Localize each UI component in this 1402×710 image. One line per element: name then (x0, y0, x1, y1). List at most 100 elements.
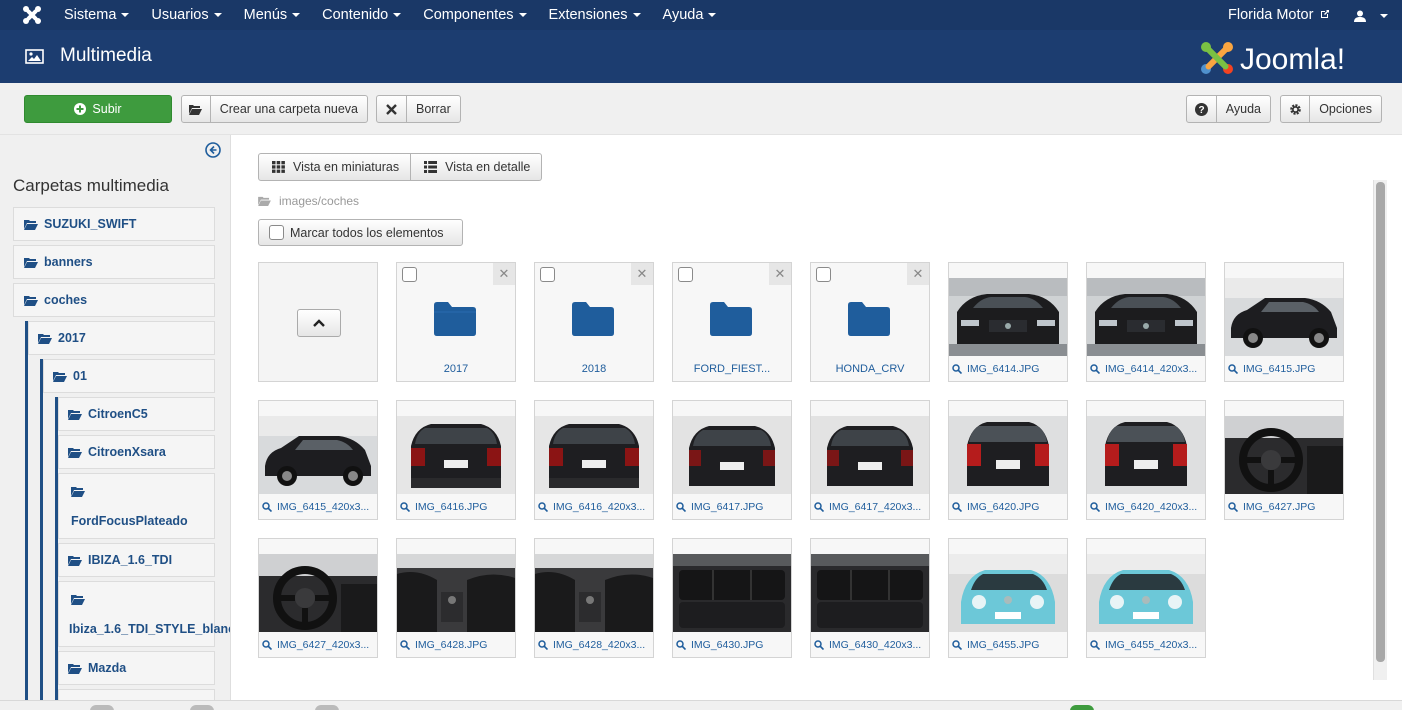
sidebar-folder-suzuki-swift[interactable]: SUZUKI_SWIFT (13, 207, 215, 241)
image-name[interactable]: IMG_6417.JPG (673, 501, 791, 513)
folder-tile[interactable]: ✕ FORD_FIEST... (672, 262, 792, 382)
menu-extensiones[interactable]: Extensiones (537, 0, 651, 30)
search-icon (1090, 364, 1100, 374)
image-name[interactable]: IMG_6416.JPG (397, 501, 515, 513)
caret-down-icon (292, 13, 301, 18)
image-name[interactable]: IMG_6428.JPG (397, 639, 515, 651)
options-button[interactable]: Opciones (1280, 95, 1382, 123)
image-tile[interactable]: IMG_6420.JPG (948, 400, 1068, 520)
folder-name[interactable]: 2017 (397, 363, 515, 375)
folder-tile[interactable]: ✕ HONDA_CRV (810, 262, 930, 382)
help-button[interactable]: ? Ayuda (1186, 95, 1271, 123)
menu-ayuda[interactable]: Ayuda (651, 0, 727, 30)
image-tile[interactable]: IMG_6420_420x3... (1086, 400, 1206, 520)
select-checkbox[interactable] (816, 267, 831, 282)
sidebar-folder-ibiza-tdi[interactable]: IBIZA_1.6_TDI (58, 543, 215, 577)
image-name[interactable]: IMG_6420_420x3... (1087, 501, 1205, 513)
folder-name[interactable]: HONDA_CRV (811, 363, 929, 375)
folder-icon (848, 302, 890, 336)
image-name[interactable]: IMG_6415.JPG (1225, 363, 1343, 375)
image-tile[interactable]: IMG_6415_420x3... (258, 400, 378, 520)
sidebar-folder-citroenxsara[interactable]: CitroenXsara (58, 435, 215, 469)
image-tile[interactable]: IMG_6416_420x3... (534, 400, 654, 520)
sidebar-folder-mazda[interactable]: Mazda (58, 651, 215, 685)
image-name[interactable]: IMG_6455.JPG (949, 639, 1067, 651)
image-name[interactable]: IMG_6420.JPG (949, 501, 1067, 513)
image-tile[interactable]: IMG_6414.JPG (948, 262, 1068, 382)
delete-icon[interactable]: ✕ (907, 263, 929, 285)
new-folder-label: Crear una carpeta nueva (219, 102, 358, 116)
content-scrollbar[interactable] (1373, 180, 1387, 680)
image-tile[interactable]: IMG_6427.JPG (1224, 400, 1344, 520)
image-name[interactable]: IMG_6417_420x3... (811, 501, 929, 513)
delete-icon[interactable]: ✕ (493, 263, 515, 285)
mark-all-checkbox[interactable] (269, 225, 284, 240)
image-tile[interactable]: IMG_6415.JPG (1224, 262, 1344, 382)
sidebar-folder-fordfocusplateado[interactable]: FordFocusPlateado (58, 473, 215, 539)
image-tile[interactable]: IMG_6414_420x3... (1086, 262, 1206, 382)
joomla-logo-icon[interactable] (22, 5, 42, 25)
image-name[interactable]: IMG_6427_420x3... (259, 639, 377, 651)
image-name[interactable]: IMG_6416_420x3... (535, 501, 653, 513)
image-name[interactable]: IMG_6427.JPG (1225, 501, 1343, 513)
delete-icon[interactable]: ✕ (631, 263, 653, 285)
image-name-text: IMG_6427_420x3... (277, 639, 370, 651)
image-name[interactable]: IMG_6430_420x3... (811, 639, 929, 651)
menu-sistema[interactable]: Sistema (52, 0, 139, 30)
toolbar: Subir Crear una carpeta nueva Borrar ? A… (0, 83, 1402, 135)
folder-label: CitroenC5 (88, 407, 148, 421)
new-folder-button[interactable]: Crear una carpeta nueva (181, 95, 368, 123)
status-badge (1070, 705, 1094, 710)
user-menu[interactable] (1354, 0, 1388, 30)
select-checkbox[interactable] (402, 267, 417, 282)
folder-icon (68, 555, 82, 566)
image-tile[interactable]: IMG_6430_420x3... (810, 538, 930, 658)
upload-button[interactable]: Subir (24, 95, 172, 123)
image-name[interactable]: IMG_6428_420x3... (535, 639, 653, 651)
scrollbar-thumb[interactable] (1376, 182, 1385, 662)
menu-usuarios[interactable]: Usuarios (139, 0, 231, 30)
image-name[interactable]: IMG_6415_420x3... (259, 501, 377, 513)
folder-name[interactable]: 2018 (535, 363, 653, 375)
image-tile[interactable]: IMG_6455_420x3... (1086, 538, 1206, 658)
sidebar-folder-01[interactable]: 01 (43, 359, 215, 393)
view-thumbnails-button[interactable]: Vista en miniaturas (258, 153, 412, 181)
image-name[interactable]: IMG_6455_420x3... (1087, 639, 1205, 651)
image-name-text: IMG_6415.JPG (1243, 363, 1316, 375)
sidebar-folder-banners[interactable]: banners (13, 245, 215, 279)
menu-componentes[interactable]: Componentes (411, 0, 536, 30)
sidebar-folder-coches[interactable]: coches (13, 283, 215, 317)
mark-all-button[interactable]: Marcar todos los elementos (258, 219, 463, 246)
image-tile[interactable]: IMG_6430.JPG (672, 538, 792, 658)
image-tile[interactable]: IMG_6455.JPG (948, 538, 1068, 658)
delete-button[interactable]: Borrar (376, 95, 461, 123)
plus-circle-icon (74, 103, 87, 115)
folder-name[interactable]: FORD_FIEST... (673, 363, 791, 375)
delete-icon[interactable]: ✕ (769, 263, 791, 285)
menu-contenido[interactable]: Contenido (310, 0, 411, 30)
folder-tile[interactable]: ✕ 2018 (534, 262, 654, 382)
image-tile[interactable]: IMG_6427_420x3... (258, 538, 378, 658)
image-name[interactable]: IMG_6414_420x3... (1087, 363, 1205, 375)
menu-menus[interactable]: Menús (232, 0, 311, 30)
sidebar-folder-ibiza-style-blanco[interactable]: Ibiza_1.6_TDI_STYLE_blanco (58, 581, 230, 647)
folder-up-button[interactable] (297, 309, 341, 337)
image-tile[interactable]: IMG_6428_420x3... (534, 538, 654, 658)
image-tile[interactable]: IMG_6417.JPG (672, 400, 792, 520)
image-tile[interactable]: IMG_6417_420x3... (810, 400, 930, 520)
image-name[interactable]: IMG_6414.JPG (949, 363, 1067, 375)
image-tile[interactable]: IMG_6428.JPG (396, 538, 516, 658)
select-checkbox[interactable] (678, 267, 693, 282)
caret-down-icon (213, 13, 222, 18)
sidebar-folder-citroenc5[interactable]: CitroenC5 (58, 397, 215, 431)
car-photo-turquoise (949, 554, 1067, 632)
select-checkbox[interactable] (540, 267, 555, 282)
site-link[interactable]: Florida Motor (1228, 0, 1330, 30)
collapse-sidebar-icon[interactable] (205, 142, 221, 158)
image-name[interactable]: IMG_6430.JPG (673, 639, 791, 651)
breadcrumb: images/coches (258, 194, 359, 208)
image-tile[interactable]: IMG_6416.JPG (396, 400, 516, 520)
sidebar-folder-2017[interactable]: 2017 (28, 321, 215, 355)
folder-tile[interactable]: ✕ 2017 (396, 262, 516, 382)
view-detail-button[interactable]: Vista en detalle (411, 153, 543, 181)
